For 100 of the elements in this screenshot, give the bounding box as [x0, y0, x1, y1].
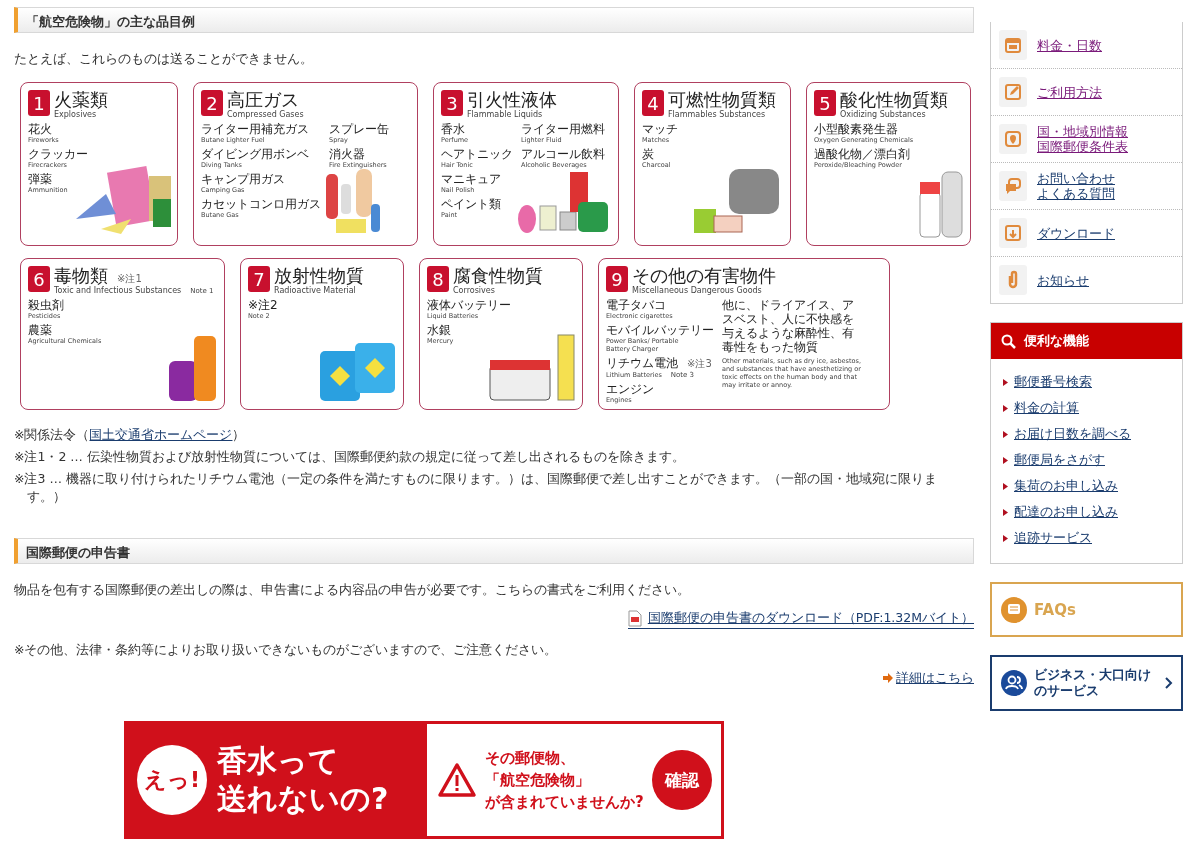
menu-link[interactable]: ご利用方法	[1037, 84, 1102, 100]
category-subtitle: Compressed Gases	[227, 110, 304, 119]
category-subtitle: Flammable Liquids	[467, 110, 543, 119]
bullet-icon	[1003, 456, 1008, 464]
category-subtitle: Oxidizing Substances	[840, 110, 926, 119]
category-subtitle: Miscellaneous Dangerous Goods	[632, 286, 762, 295]
item-name: クラッカー	[28, 147, 88, 161]
menu-link[interactable]: 料金・日数	[1037, 37, 1102, 53]
category-number: 1	[28, 90, 50, 116]
ministry-link[interactable]: 国土交通省ホームページ	[89, 427, 233, 442]
bottles-drawing	[918, 170, 964, 239]
tool-link[interactable]: 郵便番号検索	[1014, 373, 1092, 391]
item-name: ヘアトニック	[441, 147, 513, 161]
bullet-icon	[1003, 404, 1008, 412]
item-name: マッチ	[642, 122, 678, 136]
item-name: スプレー缶	[329, 122, 389, 136]
pin-icon	[999, 124, 1027, 154]
category-title: 引火性液体	[467, 90, 557, 110]
section-heading: 国際郵便の申告書	[14, 538, 974, 564]
business-button[interactable]: ビジネス・大口向け のサービス	[990, 655, 1183, 711]
item-name: 炭	[642, 147, 654, 161]
category-title: 可燃性物質類	[668, 90, 776, 110]
item-name: 消火器	[329, 147, 365, 161]
banner-badge: えっ!	[137, 745, 207, 815]
tool-link[interactable]: 料金の計算	[1014, 399, 1079, 417]
tool-link[interactable]: 集荷のお申し込み	[1014, 477, 1118, 495]
category-subtitle: Radioactive Material	[274, 286, 356, 295]
item-name: リチウム電池	[606, 356, 678, 370]
note-text: ※注3 … 機器に取り付けられたリチウム電池（一定の条件を満たすものに限ります。）は、国際郵便で差し出すことができます。（一部の国・地域宛に限ります。）	[14, 470, 938, 506]
category-title: 腐食性物質	[453, 266, 543, 286]
category-number: 8	[427, 266, 449, 292]
category-number: 6	[28, 266, 50, 292]
note-text: ※関係法令（国土交通省ホームページ）	[14, 426, 247, 444]
item-name: ダイビング用ボンベ	[201, 147, 309, 161]
category-title: 酸化性物質類	[840, 90, 948, 110]
item-name: 香水	[441, 122, 465, 136]
category-number: 5	[814, 90, 836, 116]
pdf-icon	[627, 609, 642, 627]
note-mark: ※注1	[117, 272, 142, 286]
item-name: マニキュア	[441, 172, 501, 186]
menu-link[interactable]: お問い合わせ よくある質問	[1037, 171, 1115, 201]
menu-link[interactable]: ダウンロード	[1037, 225, 1115, 241]
item-name: キャンプ用ガス	[201, 172, 285, 186]
warning-icon	[437, 762, 477, 798]
category-title: その他の有害物件	[632, 266, 776, 286]
panel-title: 便利な機能	[1024, 332, 1089, 350]
category-number: 9	[606, 266, 628, 292]
calendar-icon	[999, 30, 1027, 60]
item-name: 小型酸素発生器	[814, 122, 898, 136]
remark-text: 他に、ドライアイス、アスベスト、人に不快感を与えるような麻酔性、有毒性をもった物質	[722, 298, 855, 354]
category-number: 2	[201, 90, 223, 116]
clip-icon	[999, 265, 1027, 295]
bullet-icon	[1003, 430, 1008, 438]
category-subtitle: Flammables Substances	[668, 110, 766, 119]
tool-link[interactable]: 郵便局をさがす	[1014, 451, 1105, 469]
edit-icon	[999, 77, 1027, 107]
bullet-icon	[1003, 378, 1008, 386]
chat-icon	[1000, 595, 1028, 624]
bullet-icon	[1003, 508, 1008, 516]
download-icon	[999, 218, 1027, 248]
body-text: 物品を包有する国際郵便の差出しの際は、申告書による内容品の申告が必要です。こちらの書式をご利用ください。	[14, 581, 691, 599]
intro-text: たとえば、これらのものは送ることができません。	[14, 50, 314, 68]
tool-link[interactable]: 配達のお申し込み	[1014, 503, 1118, 521]
category-subtitle: Corrosives	[453, 286, 495, 295]
tool-link[interactable]: お届け日数を調べる	[1014, 425, 1131, 443]
details-link[interactable]: 詳細はこちら	[896, 669, 974, 687]
banner-headline: 香水って 送れないの?	[217, 742, 390, 818]
item-name: ライター用燃料	[521, 122, 605, 136]
item-name: 水銀	[427, 323, 451, 337]
category-number: 3	[441, 90, 463, 116]
tool-link[interactable]: 追跡サービス	[1014, 529, 1092, 547]
item-name: 弾薬	[28, 172, 52, 186]
item-name: 殺虫剤	[28, 298, 64, 312]
spray-bottles-drawing	[167, 334, 218, 403]
item-name: 過酸化物／漂白剤	[814, 147, 910, 161]
item-name: アルコール飲料	[521, 147, 605, 161]
menu-link[interactable]: 国・地域別情報 国際郵便条件表	[1037, 124, 1128, 154]
people-icon	[1000, 669, 1028, 697]
bullet-icon	[1003, 482, 1008, 490]
item-name: ライター用補充ガス	[201, 122, 309, 136]
download-link[interactable]: 国際郵便の申告書のダウンロード（PDF:1.32Mバイト）	[647, 609, 974, 627]
item-name: 農薬	[28, 323, 52, 337]
item-name: エンジン	[606, 382, 654, 396]
category-number: 4	[642, 90, 664, 116]
category-title: 毒物類	[54, 266, 108, 286]
item-name: 液体バッテリー	[427, 298, 511, 312]
item-name: ペイント類	[441, 197, 501, 211]
menu-link[interactable]: お知らせ	[1037, 272, 1089, 288]
item-name: ※注2	[248, 298, 278, 312]
banner-message: その郵便物、 「航空危険物」 が含まれていませんか?	[485, 748, 644, 813]
category-title: 放射性物質	[274, 266, 364, 286]
item-name: 花火	[28, 122, 52, 136]
confirm-button[interactable]: 確認	[651, 750, 712, 810]
note-text: ※注1・2 … 伝染性物質および放射性物質については、国際郵便約款の規定に従って差し出されるものを除きます。	[14, 448, 686, 466]
category-title: 火薬類	[54, 90, 108, 110]
chevron-icon	[1165, 677, 1173, 689]
note-mark: ※注3	[687, 357, 712, 371]
section-heading: 「航空危険物」の主な品目例	[14, 7, 974, 33]
category-number: 7	[248, 266, 270, 292]
caution-text: ※その他、法律・条約等によりお取り扱いできないものがございますので、ご注意ください。	[14, 641, 559, 659]
